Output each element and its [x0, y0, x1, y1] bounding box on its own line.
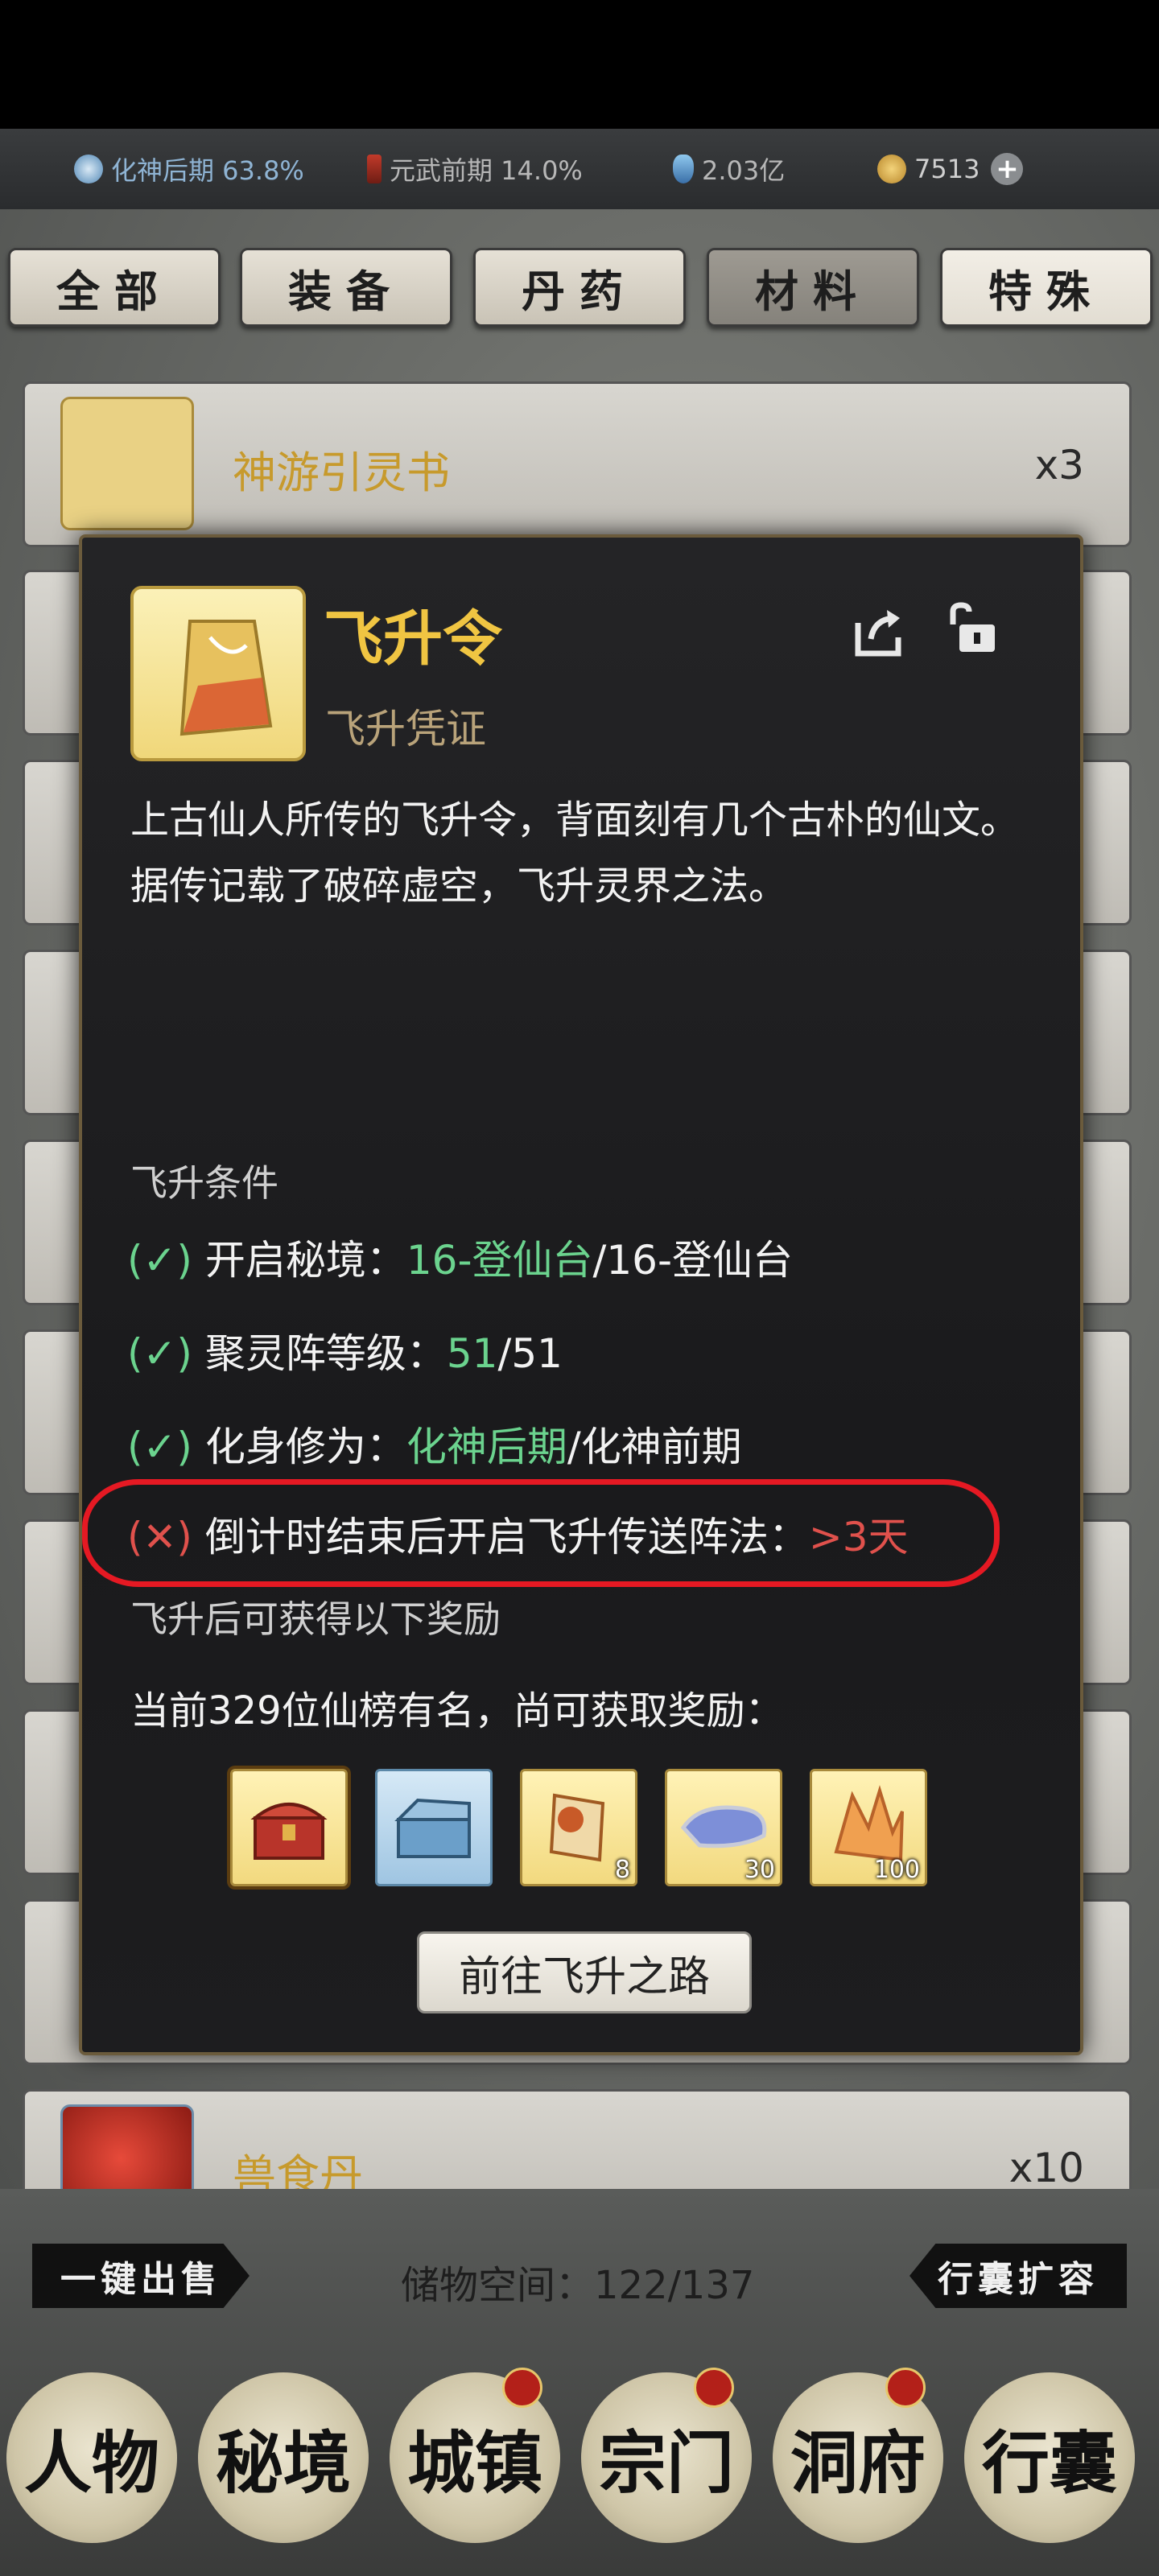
- condition-secret-realm: (✓) 开启秘境：16-登仙台/16-登仙台: [127, 1237, 794, 1284]
- nav-label: 宗门: [598, 2422, 734, 2503]
- top-black-bar: [0, 0, 1159, 129]
- book-icon: [60, 397, 194, 530]
- status-bar: 化神后期 63.8% 元武前期 14.0% 2.03亿 7513 +: [0, 129, 1159, 211]
- item-description: 上古仙人所传的飞升令，背面刻有几个古朴的仙文。据传记载了破碎虚空，飞升灵界之法。: [130, 798, 1020, 909]
- category-tabs: 全部 装备 丹药 材料 特殊: [0, 248, 1159, 327]
- alert-badge-icon: [885, 2368, 926, 2408]
- realm-progress-1: 化神后期 63.8%: [74, 151, 304, 187]
- nav-label: 秘境: [215, 2422, 351, 2503]
- realm2-text: 元武前期 14.0%: [390, 155, 583, 186]
- coin-count: 7513 +: [877, 151, 1024, 187]
- tab-all[interactable]: 全部: [8, 248, 221, 327]
- annotation-circle: [82, 1479, 1000, 1587]
- reward-qty: 100: [873, 1856, 920, 1884]
- reward-scroll[interactable]: 8: [520, 1769, 637, 1886]
- share-icon[interactable]: [853, 605, 906, 658]
- spirit-stone-text: 2.03亿: [702, 155, 786, 186]
- reward-qty: 8: [614, 1856, 630, 1884]
- condition-cultivation: (✓) 化身修为：化神后期/化神前期: [127, 1424, 742, 1470]
- reward-qty: 30: [744, 1856, 775, 1884]
- tab-materials[interactable]: 材料: [707, 248, 919, 327]
- realm1-text: 化神后期 63.8%: [111, 155, 304, 186]
- reward-treasure-chest[interactable]: [230, 1769, 348, 1886]
- spirit-crystal-icon: [673, 155, 694, 183]
- item-title: 飞升令: [324, 604, 502, 674]
- reward-blue-chest[interactable]: [375, 1769, 493, 1886]
- conditions-title: 飞升条件: [130, 1161, 278, 1205]
- realm-orb-icon: [74, 155, 103, 183]
- nav-sect[interactable]: 宗门: [581, 2368, 752, 2543]
- nav-label: 人物: [23, 2422, 159, 2503]
- nav-secret-realm[interactable]: 秘境: [198, 2372, 369, 2543]
- list-item[interactable]: 神游引灵书 x3: [23, 381, 1132, 547]
- ascension-token-icon: [130, 586, 306, 761]
- tab-pills[interactable]: 丹药: [473, 248, 686, 327]
- nav-town[interactable]: 城镇: [390, 2368, 560, 2543]
- tab-special[interactable]: 特殊: [940, 248, 1153, 327]
- treasure-chest-icon: [250, 1803, 328, 1860]
- alert-badge-icon: [694, 2368, 734, 2408]
- rewards-title: 飞升后可获得以下奖励: [130, 1597, 501, 1641]
- unlock-icon[interactable]: [945, 602, 998, 655]
- nav-label: 行囊: [981, 2422, 1117, 2503]
- nav-character[interactable]: 人物: [6, 2372, 177, 2543]
- condition-array-level: (✓) 聚灵阵等级：51/51: [127, 1330, 563, 1377]
- nav-label: 洞府: [790, 2422, 926, 2503]
- expand-bag-button[interactable]: 行囊扩容: [909, 2244, 1127, 2308]
- nav-cave[interactable]: 洞府: [773, 2368, 943, 2543]
- realm-sword-icon: [367, 155, 382, 183]
- reward-ore[interactable]: 30: [665, 1769, 782, 1886]
- realm-progress-2: 元武前期 14.0%: [367, 151, 583, 187]
- sell-all-button[interactable]: 一键出售: [32, 2244, 250, 2308]
- coin-text: 7513: [914, 154, 980, 184]
- storage-space: 储物空间：122/137: [401, 2263, 755, 2308]
- plus-icon[interactable]: +: [991, 153, 1024, 185]
- item-count: x10: [1008, 2145, 1084, 2191]
- tab-equipment[interactable]: 装备: [240, 248, 452, 327]
- alert-badge-icon: [502, 2368, 542, 2408]
- item-subtitle: 飞升凭证: [325, 706, 486, 752]
- item-count: x3: [1034, 442, 1084, 488]
- nav-label: 城镇: [406, 2422, 542, 2503]
- coin-icon: [877, 155, 906, 183]
- spirit-stone-count: 2.03亿: [673, 151, 785, 187]
- rewards-text: 当前329位仙榜有名，尚可获取奖励：: [130, 1688, 784, 1733]
- item-detail-dialog: 飞升令 飞升凭证 上古仙人所传的飞升令，背面刻有几个古朴的仙文。据传记载了破碎虚…: [79, 534, 1083, 2055]
- blue-chest-icon: [394, 1798, 471, 1858]
- item-name: 神游引灵书: [233, 447, 450, 498]
- nav-bag[interactable]: 行囊: [964, 2372, 1135, 2543]
- goto-ascension-button[interactable]: 前往飞升之路: [417, 1931, 752, 2013]
- reward-crystal[interactable]: 100: [810, 1769, 927, 1886]
